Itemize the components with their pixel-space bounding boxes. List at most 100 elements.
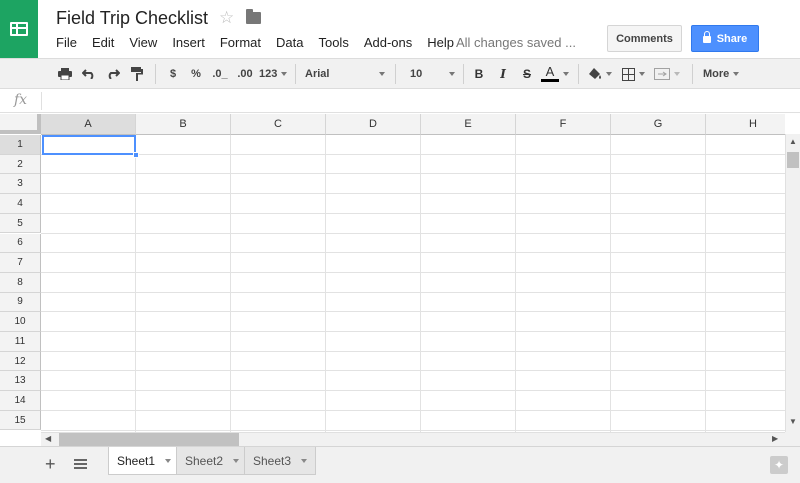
row-header-15[interactable]: 15 (0, 410, 41, 431)
menu-addons[interactable]: Add-ons (364, 35, 412, 50)
bold-button[interactable]: B (472, 65, 486, 83)
menu-help[interactable]: Help (427, 35, 454, 50)
grid-row-line (41, 232, 785, 234)
grid-row-line (41, 331, 785, 332)
column-header-b[interactable]: B (136, 114, 231, 135)
grid-column-line (705, 135, 706, 432)
sheet-tab-3[interactable]: Sheet3 (244, 447, 317, 475)
font-size-dropdown[interactable]: 10 (410, 64, 455, 84)
fill-color-button[interactable] (586, 65, 614, 83)
row-header-1[interactable]: 1 (0, 135, 41, 155)
row-header-5[interactable]: 5 (0, 213, 41, 234)
borders-button[interactable] (620, 65, 646, 83)
row-header-6[interactable]: 6 (0, 233, 41, 254)
column-header-c[interactable]: C (231, 114, 326, 135)
font-size-label: 10 (410, 68, 423, 80)
vertical-scroll-thumb[interactable] (787, 152, 799, 168)
menu-view[interactable]: View (129, 35, 157, 50)
row-header-14[interactable]: 14 (0, 391, 41, 411)
scroll-right-icon[interactable]: ▶ (772, 435, 778, 443)
vertical-scrollbar[interactable]: ▲ ▼ (785, 134, 800, 432)
sheet-tab-1[interactable]: Sheet1 (108, 447, 181, 475)
row-header-10[interactable]: 10 (0, 312, 41, 332)
menu-insert[interactable]: Insert (172, 35, 205, 50)
percent-format-button[interactable]: % (189, 65, 203, 83)
chevron-down-icon[interactable] (165, 458, 172, 463)
add-sheet-icon[interactable]: + (45, 454, 56, 475)
undo-icon[interactable] (81, 65, 97, 83)
row-header-3[interactable]: 3 (0, 174, 41, 195)
chevron-down-icon (379, 72, 385, 76)
active-cell[interactable] (42, 135, 136, 155)
row-header-13[interactable]: 13 (0, 371, 41, 392)
scroll-down-icon[interactable]: ▼ (789, 418, 797, 426)
column-header-d[interactable]: D (326, 114, 421, 135)
grid-row-line (41, 212, 785, 214)
more-dropdown[interactable]: More (703, 64, 740, 84)
italic-button[interactable]: I (496, 65, 510, 83)
scroll-left-icon[interactable]: ◀ (45, 435, 51, 443)
increase-decimals-button[interactable]: .00 (235, 65, 255, 83)
row-header-7[interactable]: 7 (0, 253, 41, 273)
column-header-f[interactable]: F (516, 114, 611, 135)
decrease-decimals-button[interactable]: .0_ (210, 65, 230, 83)
formula-input[interactable] (48, 93, 778, 109)
chevron-down-icon (638, 72, 645, 76)
column-header-h[interactable]: H (706, 114, 785, 135)
scroll-up-icon[interactable]: ▲ (789, 138, 797, 146)
header: Field Trip Checklist ☆ File Edit View In… (0, 0, 800, 58)
row-header-12[interactable]: 12 (0, 351, 41, 372)
menu-data[interactable]: Data (276, 35, 303, 50)
number-format-dropdown[interactable]: 123 (259, 64, 288, 84)
chevron-down-icon[interactable] (301, 458, 308, 463)
star-icon[interactable]: ☆ (219, 8, 234, 28)
print-icon[interactable] (57, 65, 73, 83)
menu-edit[interactable]: Edit (92, 35, 114, 50)
menu-tools[interactable]: Tools (318, 35, 348, 50)
redo-icon[interactable] (105, 65, 121, 83)
row-header-11[interactable]: 11 (0, 332, 41, 352)
sheets-logo-icon[interactable] (0, 0, 38, 58)
toolbar: $ % .0_ .00 123 Arial 10 B I S A More (0, 58, 800, 89)
horizontal-scroll-thumb[interactable] (59, 433, 239, 446)
column-header-e[interactable]: E (421, 114, 516, 135)
paint-format-icon[interactable] (129, 65, 145, 83)
share-button[interactable]: Share (691, 25, 759, 52)
number-format-label: 123 (259, 68, 278, 80)
grid-row-line (41, 429, 785, 431)
column-header-a[interactable]: A (41, 114, 136, 135)
grid-row-line (41, 370, 785, 372)
font-family-label: Arial (305, 68, 330, 80)
more-label: More (703, 68, 730, 80)
horizontal-scrollbar[interactable]: ◀ ▶ (41, 432, 785, 446)
sheet-tab-2[interactable]: Sheet2 (176, 447, 249, 475)
menu-format[interactable]: Format (220, 35, 261, 50)
explore-icon[interactable]: ✦ (770, 456, 788, 474)
document-title[interactable]: Field Trip Checklist (56, 8, 208, 29)
sheet-list-icon[interactable] (74, 459, 87, 471)
column-header-g[interactable]: G (611, 114, 706, 135)
menu-file[interactable]: File (56, 35, 77, 50)
strikethrough-button[interactable]: S (520, 65, 534, 83)
row-header-4[interactable]: 4 (0, 194, 41, 214)
comments-button[interactable]: Comments (607, 25, 682, 52)
grid-row-line (41, 409, 785, 411)
row-header-8[interactable]: 8 (0, 272, 41, 293)
row-header-2[interactable]: 2 (0, 154, 41, 175)
chevron-down-icon (674, 72, 680, 76)
share-label: Share (716, 32, 748, 45)
text-color-button[interactable]: A (540, 65, 570, 83)
folder-icon[interactable] (246, 9, 261, 24)
currency-format-button[interactable]: $ (166, 65, 180, 83)
font-family-dropdown[interactable]: Arial (305, 64, 385, 84)
merge-cells-button[interactable] (652, 65, 682, 83)
grid-column-line (610, 135, 611, 432)
sheet-tab-label: Sheet3 (253, 453, 292, 468)
sheet-tab-label: Sheet1 (117, 453, 156, 468)
fill-handle[interactable] (133, 152, 139, 158)
row-header-9[interactable]: 9 (0, 292, 41, 313)
chevron-down-icon[interactable] (233, 458, 240, 463)
select-all-corner[interactable] (0, 114, 41, 134)
scrollbar-corner (785, 432, 800, 446)
merge-icon (654, 68, 670, 80)
